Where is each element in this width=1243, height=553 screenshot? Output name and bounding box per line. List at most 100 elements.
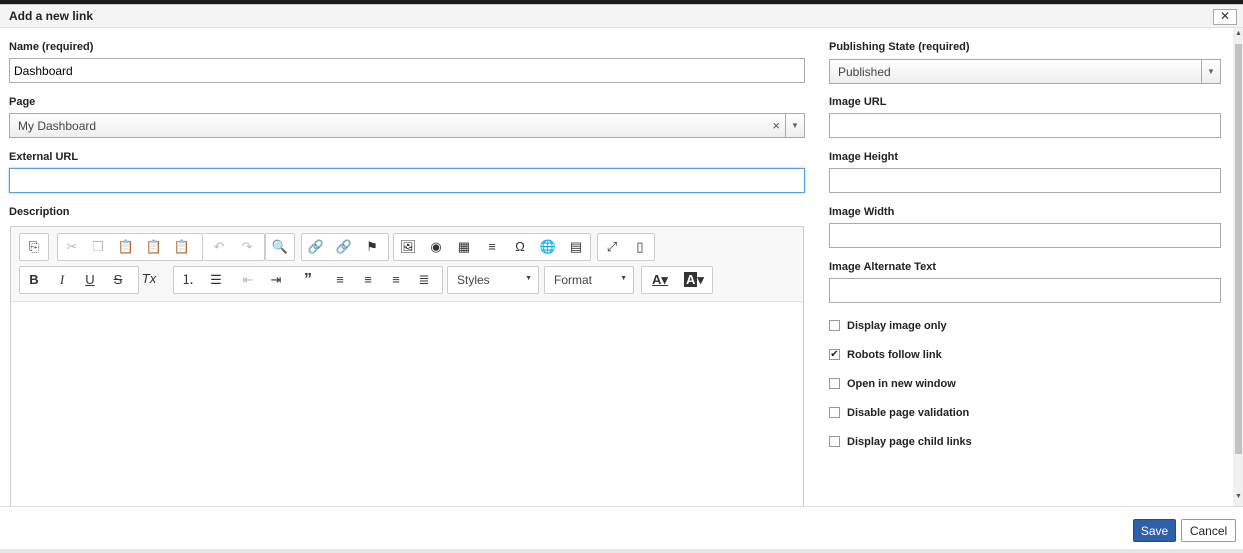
display-image-only-label: Display image only [847, 320, 947, 332]
align-right-icon[interactable]: ≡ [386, 270, 406, 290]
close-icon: ✕ [1219, 9, 1231, 23]
text-color-icon[interactable]: A▾ [646, 270, 674, 290]
image-icon[interactable]: 🖼 [398, 237, 418, 257]
page-select[interactable]: My Dashboard × ▼ [9, 113, 805, 138]
strike-icon[interactable]: S [108, 270, 128, 290]
find-icon[interactable]: 🔍 [270, 237, 290, 257]
bold-icon[interactable]: B [24, 270, 44, 290]
iframe-globe-icon[interactable]: 🌐 [538, 237, 558, 257]
background-color-icon[interactable]: A ▾ [680, 270, 708, 290]
format-dropdown[interactable]: Format ▼ [544, 266, 634, 294]
table-icon[interactable]: ▦ [454, 237, 474, 257]
toolbar-group-insert: 🖼 ◉ ▦ ≡ Ω 🌐 ▤ [393, 233, 591, 261]
toolbar-group-paragraph: ⒈ ☰ ⇤ ⇥ ” ≡ ≡ ≡ ≣ [173, 266, 443, 294]
image-width-label: Image Width [829, 206, 895, 218]
paste-icon[interactable]: 📋 [116, 237, 136, 257]
page-select-value: My Dashboard [18, 119, 97, 133]
flash-icon[interactable]: ◉ [426, 237, 446, 257]
copy-icon[interactable]: ❐ [88, 237, 108, 257]
disable-page-validation-label: Disable page validation [847, 407, 970, 419]
page-break-icon[interactable]: ▤ [566, 237, 586, 257]
format-dropdown-label: Format [554, 273, 593, 287]
close-button[interactable]: ✕ [1213, 9, 1237, 25]
dialog-scrollbar[interactable]: ▲ ▼ [1233, 28, 1243, 506]
show-blocks-icon[interactable]: ▯ [630, 237, 650, 257]
toolbar-group-links: 🔗 🔗 ⚑ [301, 233, 389, 261]
description-editor: ⎘ ✂ ❐ 📋 📋 📋 ↶ ↷ 🔍 🔗 🔗 ⚑ 🖼 ◉ ▦ ≡ Ω 🌐 ▤ ⤢ … [10, 226, 804, 506]
external-url-label: External URL [9, 151, 79, 163]
image-width-input[interactable] [829, 223, 1221, 248]
display-image-only-checkbox[interactable] [829, 320, 840, 331]
image-url-input[interactable] [829, 113, 1221, 138]
redo-icon[interactable]: ↷ [237, 237, 257, 257]
dialog-titlebar: Add a new link ✕ [0, 5, 1243, 28]
styles-dropdown[interactable]: Styles ▼ [447, 266, 539, 294]
robots-follow-link-label: Robots follow link [847, 349, 942, 361]
remove-format-icon[interactable]: Tx [139, 269, 159, 289]
styles-dropdown-label: Styles [457, 273, 490, 287]
blockquote-icon[interactable]: ” [298, 270, 318, 290]
save-button[interactable]: Save [1133, 519, 1176, 542]
unlink-icon[interactable]: 🔗 [334, 237, 354, 257]
chevron-down-icon[interactable]: ▼ [785, 114, 804, 137]
toolbar-group-undo: ↶ ↷ [203, 233, 265, 261]
dialog-footer: Save Cancel [0, 506, 1243, 551]
name-input[interactable] [9, 58, 805, 83]
scrollbar-thumb[interactable] [1235, 44, 1242, 454]
justify-icon[interactable]: ≣ [414, 270, 434, 290]
toolbar-group-clipboard: ✂ ❐ 📋 📋 📋 [57, 233, 203, 261]
numbered-list-icon[interactable]: ⒈ [178, 270, 198, 290]
toolbar-group-find: 🔍 [265, 233, 295, 261]
description-label: Description [9, 206, 70, 218]
bulleted-list-icon[interactable]: ☰ [206, 270, 226, 290]
anchor-flag-icon[interactable]: ⚑ [362, 237, 382, 257]
outdent-icon[interactable]: ⇤ [238, 270, 258, 290]
toolbar-group-view: ⤢ ▯ [597, 233, 655, 261]
indent-icon[interactable]: ⇥ [266, 270, 286, 290]
maximize-icon[interactable]: ⤢ [602, 237, 622, 257]
image-url-label: Image URL [829, 96, 887, 108]
disable-page-validation-checkbox[interactable] [829, 407, 840, 418]
external-url-input[interactable] [9, 168, 805, 193]
editor-body[interactable] [11, 302, 803, 506]
add-link-dialog: Add a new link ✕ Name (required) Page My… [0, 4, 1243, 551]
special-char-icon[interactable]: Ω [510, 237, 530, 257]
open-new-window-label: Open in new window [847, 378, 956, 390]
horizontal-line-icon[interactable]: ≡ [482, 237, 502, 257]
publishing-state-label: Publishing State (required) [829, 41, 970, 53]
scroll-down-icon[interactable]: ▼ [1234, 493, 1243, 503]
align-center-icon[interactable]: ≡ [358, 270, 378, 290]
dialog-content: Name (required) Page My Dashboard × ▼ Ex… [0, 28, 1233, 506]
image-height-input[interactable] [829, 168, 1221, 193]
cancel-button[interactable]: Cancel [1181, 519, 1236, 542]
italic-icon[interactable]: I [52, 270, 72, 290]
scroll-up-icon[interactable]: ▲ [1234, 30, 1243, 40]
toolbar-group-source: ⎘ [19, 233, 49, 261]
image-alt-input[interactable] [829, 278, 1221, 303]
open-new-window-checkbox[interactable] [829, 378, 840, 389]
display-page-child-links-checkbox[interactable] [829, 436, 840, 447]
dialog-title: Add a new link [9, 9, 94, 23]
align-left-icon[interactable]: ≡ [330, 270, 350, 290]
chevron-down-icon: ▼ [620, 275, 627, 282]
link-icon[interactable]: 🔗 [306, 237, 326, 257]
chevron-down-icon[interactable]: ▼ [1201, 60, 1220, 83]
paste-word-icon[interactable]: 📋 [172, 237, 192, 257]
toolbar-group-colors: A▾ A ▾ [641, 266, 713, 294]
display-page-child-links-label: Display page child links [847, 436, 972, 448]
background-bottom-strip [0, 549, 1243, 553]
editor-toolbar: ⎘ ✂ ❐ 📋 📋 📋 ↶ ↷ 🔍 🔗 🔗 ⚑ 🖼 ◉ ▦ ≡ Ω 🌐 ▤ ⤢ … [11, 227, 803, 302]
chevron-down-icon: ▼ [525, 275, 532, 282]
clear-icon[interactable]: × [772, 118, 780, 133]
image-alt-label: Image Alternate Text [829, 261, 936, 273]
underline-icon[interactable]: U [80, 270, 100, 290]
cut-icon[interactable]: ✂ [62, 237, 82, 257]
toolbar-group-basicstyles: B I U S [19, 266, 139, 294]
publishing-state-select[interactable]: Published ▼ [829, 59, 1221, 84]
paste-text-icon[interactable]: 📋 [144, 237, 164, 257]
undo-icon[interactable]: ↶ [209, 237, 229, 257]
source-icon[interactable]: ⎘ [24, 237, 44, 257]
robots-follow-link-checkbox[interactable]: ✔ [829, 349, 840, 360]
name-label: Name (required) [9, 41, 94, 53]
image-height-label: Image Height [829, 151, 899, 163]
